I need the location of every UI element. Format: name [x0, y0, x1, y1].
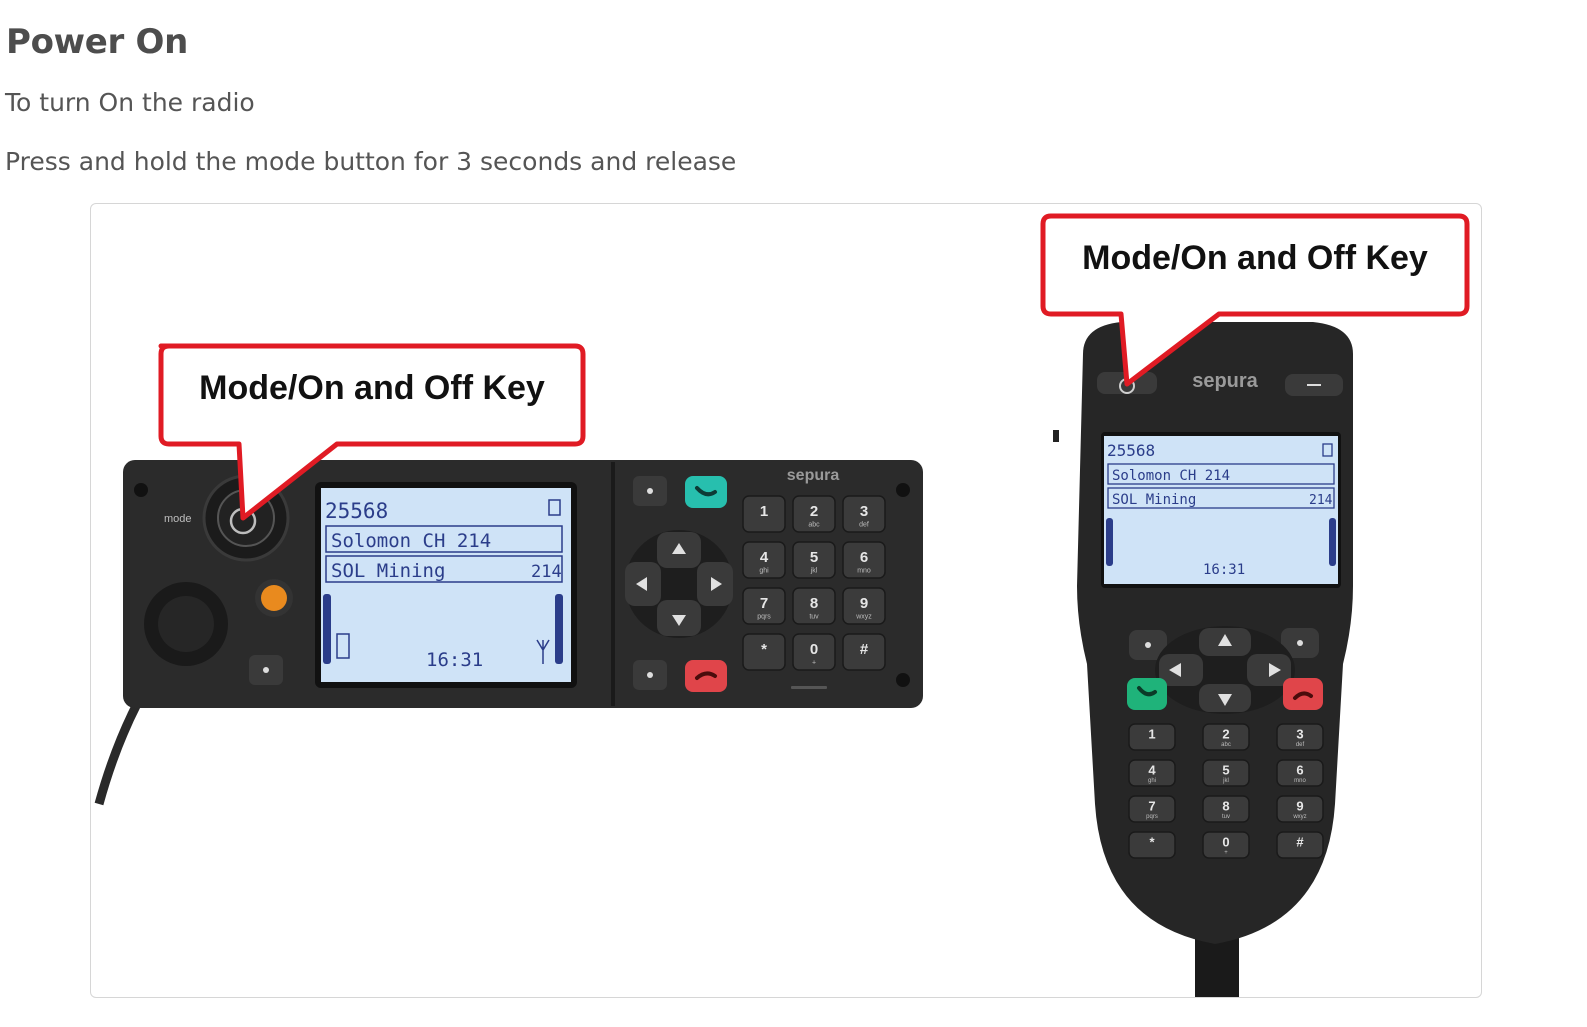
brand-right: sepura — [1192, 370, 1258, 392]
keypad-key[interactable]: 3def — [1276, 723, 1324, 751]
intro-text: To turn On the radio — [5, 88, 255, 117]
emergency-button[interactable] — [261, 585, 287, 611]
keypad-key-letters: tuv — [1222, 814, 1230, 820]
keypad-key[interactable]: 1 — [742, 495, 786, 533]
keypad-key-letters: wxyz — [855, 614, 872, 621]
keypad-key[interactable]: 2abc — [1202, 723, 1250, 751]
handheld-lcd-talkgroup: Solomon CH 214 — [1112, 468, 1230, 484]
handheld-lcd-id: 25568 — [1107, 441, 1155, 460]
keypad-key-number: 6 — [860, 549, 868, 566]
keypad-key[interactable]: 4 ghi — [742, 541, 786, 579]
keypad-key[interactable]: 6 mno — [842, 541, 886, 579]
keypad-key[interactable]: 1 — [1128, 723, 1176, 751]
end-key[interactable] — [685, 660, 727, 692]
keypad-key-number: 0 — [1222, 834, 1229, 849]
page-title: Power On — [6, 22, 189, 62]
keypad-key-number: 5 — [810, 549, 818, 566]
keypad-key-number: 4 — [1148, 762, 1156, 777]
keypad-key-letters: ghi — [1148, 778, 1156, 784]
keypad-key-number: 4 — [760, 549, 769, 566]
keypad-key-number: 5 — [1222, 762, 1229, 777]
keypad-key-number: 8 — [810, 595, 818, 612]
keypad-key[interactable]: 5jkl — [1202, 759, 1250, 787]
keypad-key-letters: ghi — [759, 568, 769, 575]
handheld-lcd-folder: SOL Mining — [1112, 492, 1196, 508]
keypad-key-number: 3 — [860, 503, 868, 520]
keypad-key[interactable]: 6mno — [1276, 759, 1324, 787]
keypad-key[interactable]: 4ghi — [1128, 759, 1176, 787]
keypad-key[interactable]: * — [742, 633, 786, 671]
lcd-id: 25568 — [325, 499, 388, 523]
keypad-key[interactable]: 9 wxyz — [842, 587, 886, 625]
keypad-key-number: * — [761, 641, 767, 658]
keypad-key[interactable]: 8tuv — [1202, 795, 1250, 823]
keypad-key[interactable]: 7 pqrs — [742, 587, 786, 625]
callout-right-text: Mode/On and Off Key — [1082, 239, 1428, 277]
brand-left: sepura — [787, 467, 840, 484]
keypad-key-number: 1 — [1148, 726, 1155, 741]
keypad-key[interactable]: 7pqrs — [1128, 795, 1176, 823]
keypad-key[interactable]: 5 jkl — [792, 541, 836, 579]
keypad-key-letters: + — [812, 660, 816, 667]
keypad-key[interactable]: 0+ — [792, 633, 836, 671]
keypad-key-number: 9 — [1296, 798, 1303, 813]
handheld-dpad[interactable] — [1155, 626, 1295, 714]
mobile-dpad[interactable] — [625, 530, 733, 638]
lcd-time: 16:31 — [426, 649, 483, 671]
keypad-key-number: 2 — [1222, 726, 1229, 741]
keypad-key[interactable]: 9wxyz — [1276, 795, 1324, 823]
handheld-lcd-folder-num: 214 — [1309, 493, 1333, 508]
keypad-key-number: 9 — [860, 595, 868, 612]
keypad-key-letters: pqrs — [1146, 814, 1158, 820]
radio-figure: mode 25568 Solomon CH 214 SOL Mining 214… — [90, 203, 1482, 998]
keypad-key-number: 7 — [760, 595, 768, 612]
keypad-key-number: 6 — [1296, 762, 1303, 777]
mobile-radio: mode 25568 Solomon CH 214 SOL Mining 214… — [94, 460, 923, 806]
keypad-key-number: 0 — [810, 641, 818, 658]
instruction-text: Press and hold the mode button for 3 sec… — [5, 147, 737, 176]
lcd-folder: SOL Mining — [331, 560, 445, 582]
keypad-key[interactable]: * — [1128, 831, 1176, 859]
keypad-key[interactable]: 0+ — [1202, 831, 1250, 859]
keypad-key-letters: tuv — [809, 614, 819, 621]
keypad-key-letters: + — [1224, 850, 1228, 856]
keypad-key-number: # — [860, 641, 869, 658]
keypad-key-number: 7 — [1148, 798, 1155, 813]
keypad-key-number: 1 — [760, 503, 768, 520]
keypad-key-letters: pqrs — [757, 614, 771, 621]
keypad-key[interactable]: # — [842, 633, 886, 671]
handheld-radio: sepura 25568 Solomon CH 214 SOL Mining 2… — [1053, 322, 1353, 997]
mode-label: mode — [164, 513, 192, 525]
keypad-key[interactable]: 3 def — [842, 495, 886, 533]
keypad-key[interactable]: 2 abc — [792, 495, 836, 533]
lcd-folder-num: 214 — [531, 562, 562, 582]
keypad-key-letters: abc — [808, 522, 820, 529]
keypad-key[interactable]: # — [1276, 831, 1324, 859]
keypad-key[interactable]: 8 tuv — [792, 587, 836, 625]
keypad-key-number: 2 — [810, 503, 818, 520]
keypad-key-letters: mno — [1294, 778, 1306, 784]
keypad-key-letters: jkl — [1222, 778, 1229, 784]
radio-illustration: mode 25568 Solomon CH 214 SOL Mining 214… — [94, 213, 1470, 997]
keypad-key-letters: mno — [857, 568, 871, 575]
handheld-lcd-time: 16:31 — [1203, 562, 1245, 578]
keypad-key-letters: def — [859, 522, 869, 529]
keypad-key-letters: abc — [1221, 742, 1231, 748]
keypad-key-letters: jkl — [810, 568, 818, 575]
lcd-talkgroup: Solomon CH 214 — [331, 530, 491, 552]
keypad-key-number: # — [1296, 834, 1304, 849]
keypad-key-letters: wxyz — [1292, 814, 1306, 820]
keypad-key-number: 3 — [1296, 726, 1303, 741]
keypad-key-number: 8 — [1222, 798, 1229, 813]
keypad-key-letters: def — [1296, 742, 1305, 748]
callout-left-text: Mode/On and Off Key — [199, 369, 545, 407]
